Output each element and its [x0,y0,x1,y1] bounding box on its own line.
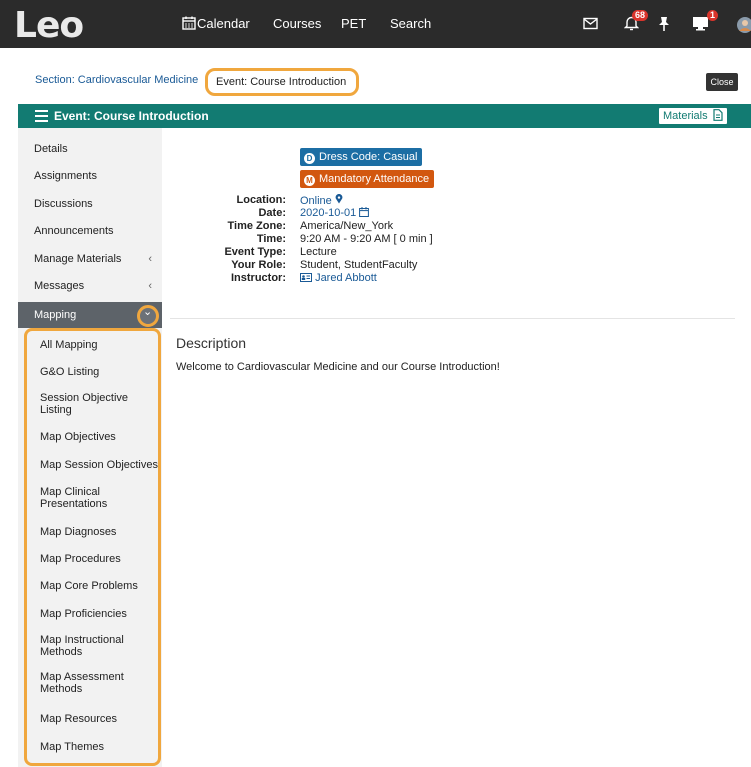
date-label: Date: [258,207,286,219]
breadcrumb-section-link[interactable]: Section: Cardiovascular Medicine [35,74,198,86]
mandatory-text: Mandatory Attendance [319,173,430,185]
timezone-label: Time Zone: [227,220,286,232]
instructor-name: Jared Abbott [315,272,377,284]
instructor-value[interactable]: Jared Abbott [300,272,377,284]
submenu-map-assessment-methods[interactable]: Map Assessment Methods [40,671,135,695]
breadcrumb-current: Event: Course Introduction [205,68,359,96]
event-title-bar: Event: Course Introduction Materials [18,104,751,128]
calendar-icon [359,207,370,219]
map-marker-icon [335,193,343,207]
pin-icon[interactable] [658,16,670,35]
notification-badge: 68 [632,10,649,21]
description-text: Welcome to Cardiovascular Medicine and o… [176,361,500,373]
dress-code-tag: D Dress Code: Casual [300,148,423,166]
user-avatar[interactable] [736,16,751,37]
submenu-map-objectives[interactable]: Map Objectives [40,431,162,443]
sidebar-item-label: Assignments [34,170,97,182]
location-text: Online [300,195,332,207]
dress-code-letter: D [304,153,315,164]
submenu-map-core-problems[interactable]: Map Core Problems [40,580,162,592]
submenu-map-proficiencies[interactable]: Map Proficiencies [40,608,162,620]
nav-calendar[interactable]: Calendar [197,16,250,32]
hamburger-menu-icon[interactable] [35,110,48,122]
app-logo[interactable]: Leo [14,6,84,46]
sidebar-item-announcements[interactable]: Announcements [18,218,162,244]
section-divider [170,318,735,319]
submenu-session-objective-listing[interactable]: Session Objective Listing [40,392,140,416]
sidebar-item-label: Mapping [34,309,77,321]
submenu-map-session-objectives[interactable]: Map Session Objectives [40,459,162,471]
location-label: Location: [236,194,287,206]
event-type-value: Lecture [300,246,337,258]
sidebar-item-label: Details [34,143,68,155]
submenu-go-listing[interactable]: G&O Listing [40,366,162,378]
event-type-label: Event Type: [224,246,286,258]
materials-button[interactable]: Materials [658,107,728,125]
mail-icon[interactable] [583,17,598,33]
chevron-left-icon: ‹ [148,280,152,292]
description-heading: Description [176,335,247,351]
dress-code-text: Dress Code: Casual [319,151,418,163]
sidebar-item-messages[interactable]: Messages ‹ [18,273,162,299]
monitor-badge: 1 [707,10,719,21]
id-card-icon [300,272,312,284]
location-value[interactable]: Online [300,193,343,207]
materials-button-label: Materials [663,110,708,122]
sidebar-item-assignments[interactable]: Assignments [18,163,162,189]
mandatory-attendance-tag: M Mandatory Attendance [300,170,435,188]
close-button[interactable]: Close [706,73,738,91]
your-role-label: Your Role: [231,259,286,271]
instructor-label: Instructor: [231,272,286,284]
chevron-left-icon: ‹ [148,253,152,265]
submenu-map-procedures[interactable]: Map Procedures [40,553,162,565]
monitor-icon[interactable] [692,16,709,34]
time-label: Time: [256,233,286,245]
your-role-value: Student, StudentFaculty [300,259,418,271]
nav-search[interactable]: Search [390,16,431,32]
sidebar-item-label: Messages [34,280,85,292]
mandatory-letter: M [304,175,315,186]
sidebar-item-label: Manage Materials [34,253,122,265]
submenu-map-diagnoses[interactable]: Map Diagnoses [40,526,162,538]
sidebar-item-manage-materials[interactable]: Manage Materials ‹ [18,246,162,272]
sidebar-item-label: Announcements [34,225,114,237]
mapping-submenu: All Mapping G&O Listing Session Objectiv… [24,328,161,766]
submenu-map-clinical-presentations[interactable]: Map Clinical Presentations [40,486,130,510]
sidebar-item-discussions[interactable]: Discussions [18,191,162,217]
page-title: Event: Course Introduction [54,109,209,123]
nav-courses[interactable]: Courses [273,16,321,32]
top-navbar: Leo Calendar Courses PET Search 68 1 [0,0,751,48]
chevron-down-icon: ⌄ [143,306,153,318]
sidebar-item-details[interactable]: Details [18,136,162,162]
submenu-map-resources[interactable]: Map Resources [40,713,162,725]
submenu-all-mapping[interactable]: All Mapping [40,339,162,351]
sidebar-item-label: Discussions [34,198,93,210]
submenu-map-instructional-methods[interactable]: Map Instructional Methods [40,634,135,658]
date-text: 2020-10-01 [300,207,357,219]
date-value[interactable]: 2020-10-01 [300,207,370,219]
document-icon [711,109,723,122]
timezone-value: America/New_York [300,220,394,232]
time-value: 9:20 AM - 9:20 AM [ 0 min ] [300,233,433,245]
calendar-icon[interactable] [182,16,196,33]
submenu-map-themes[interactable]: Map Themes [40,741,162,753]
mapping-expand-toggle[interactable]: ⌄ [137,305,159,327]
nav-pet[interactable]: PET [341,16,366,32]
